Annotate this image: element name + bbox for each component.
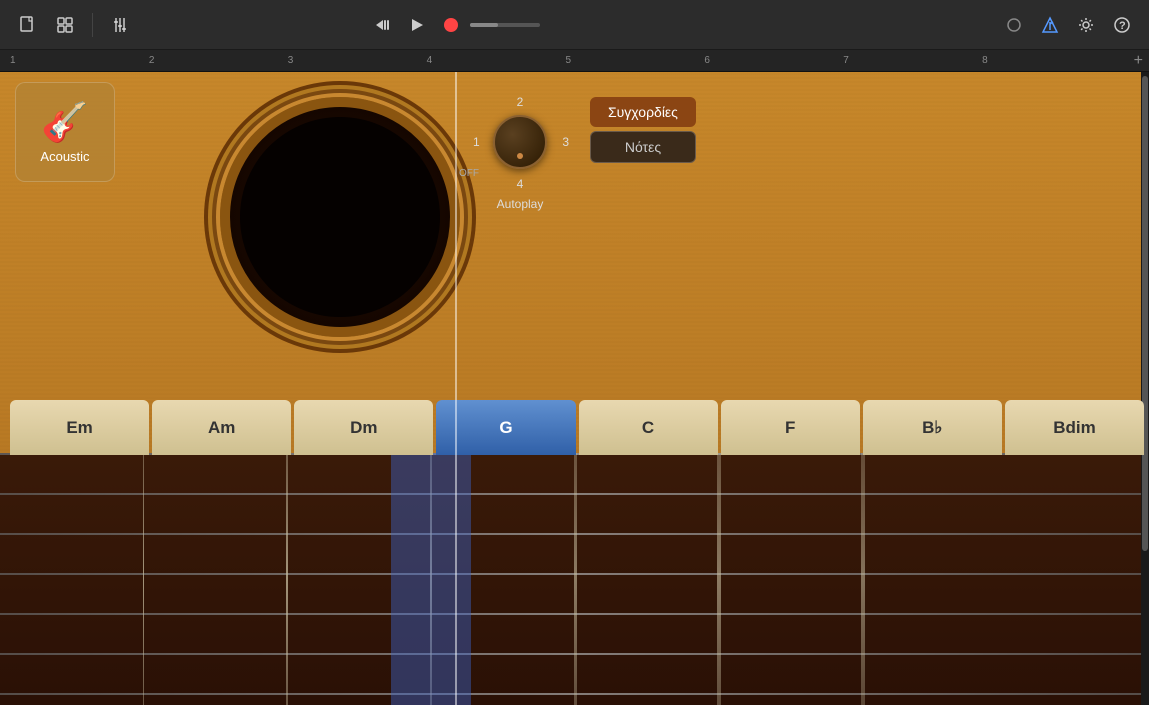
active-chord-highlight: [391, 453, 471, 705]
autoplay-label-2: 2: [517, 95, 524, 109]
ruler-mark-7: 7: [843, 55, 982, 66]
ruler-mark-4: 4: [427, 55, 566, 66]
chord-g[interactable]: G: [436, 400, 575, 455]
autoplay-knob-wrapper: 1 2 3 4 OFF: [475, 97, 565, 187]
autoplay-section: 1 2 3 4 OFF Autoplay: [475, 97, 565, 211]
ruler-mark-3: 3: [288, 55, 427, 66]
knob-indicator: [517, 153, 523, 159]
autoplay-label-off: OFF: [459, 168, 479, 179]
string-1: [143, 453, 145, 705]
chord-buttons-row: Em Am Dm G C F B♭ Bdim: [5, 400, 1149, 455]
instrument-name: Acoustic: [40, 149, 89, 164]
autoplay-title: Autoplay: [497, 197, 544, 211]
layout-button[interactable]: [50, 10, 80, 40]
guitar-soundhole: [200, 72, 480, 362]
instrument-card[interactable]: 🎸 Acoustic: [15, 82, 115, 182]
string-4: [574, 453, 577, 705]
autoplay-knob[interactable]: [493, 115, 547, 169]
instrument-icon: 🎸: [41, 101, 88, 145]
chord-c[interactable]: C: [579, 400, 718, 455]
rewind-button[interactable]: [368, 10, 398, 40]
scrollbar-thumb[interactable]: [1142, 76, 1148, 551]
fretboard: [0, 453, 1149, 705]
string-2: [286, 453, 288, 705]
play-button[interactable]: [402, 10, 432, 40]
toolbar: ?: [0, 0, 1149, 50]
playhead: [455, 72, 457, 705]
notes-mode-button[interactable]: Νότες: [590, 131, 696, 163]
guitar-area: 🎸 Acoustic 1 2 3 4 OFF Aut: [0, 72, 1149, 705]
scrollbar[interactable]: [1141, 72, 1149, 705]
string-5: [717, 453, 721, 705]
chord-bb[interactable]: B♭: [863, 400, 1002, 455]
ruler-mark-8: 8: [982, 55, 1121, 66]
settings-gear-button[interactable]: [1071, 10, 1101, 40]
ruler-mark-2: 2: [149, 55, 288, 66]
mixer-button[interactable]: [105, 10, 135, 40]
autoplay-label-3: 3: [562, 135, 569, 149]
ruler: 1 2 3 4 5 6 7 8 +: [0, 50, 1149, 72]
ruler-mark-1: 1: [8, 55, 149, 66]
autoplay-label-1: 1: [473, 135, 480, 149]
transport-controls: [368, 10, 540, 40]
chord-dm[interactable]: Dm: [294, 400, 433, 455]
mode-buttons: Συγχορδίες Νότες: [590, 97, 696, 163]
separator-1: [92, 13, 93, 37]
autoplay-label-4: 4: [517, 177, 524, 191]
volume-control[interactable]: [470, 23, 540, 27]
right-toolbar: ?: [999, 10, 1137, 40]
chords-mode-button[interactable]: Συγχορδίες: [590, 97, 696, 127]
string-6: [861, 453, 865, 705]
add-track-button[interactable]: +: [1134, 52, 1143, 70]
chord-am[interactable]: Am: [152, 400, 291, 455]
metronome-button[interactable]: [1035, 10, 1065, 40]
chord-em[interactable]: Em: [10, 400, 149, 455]
svg-text:?: ?: [1119, 20, 1126, 32]
ruler-mark-5: 5: [566, 55, 705, 66]
record-button[interactable]: [436, 10, 466, 40]
chord-bdim[interactable]: Bdim: [1005, 400, 1144, 455]
chord-f[interactable]: F: [721, 400, 860, 455]
ruler-mark-6: 6: [704, 55, 843, 66]
monitor-button[interactable]: [999, 10, 1029, 40]
new-document-button[interactable]: [12, 10, 42, 40]
help-button[interactable]: ?: [1107, 10, 1137, 40]
